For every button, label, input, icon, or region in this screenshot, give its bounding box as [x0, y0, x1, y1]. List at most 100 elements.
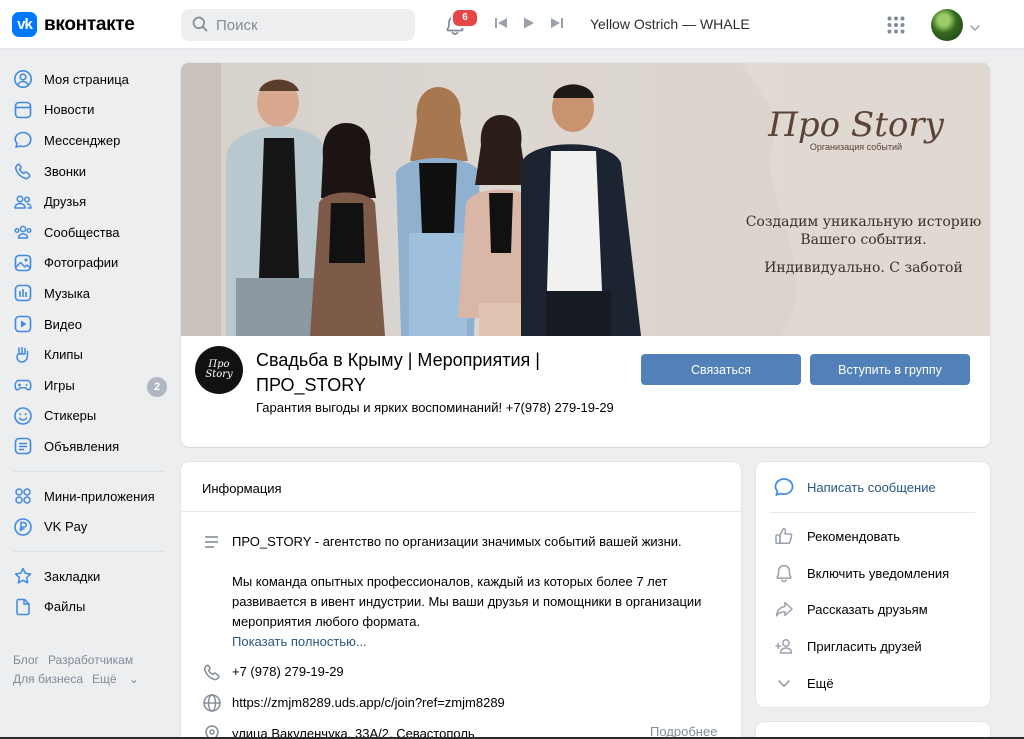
search-box[interactable]	[181, 9, 415, 41]
previous-icon[interactable]	[494, 16, 508, 33]
cover-photo	[181, 63, 990, 336]
sidebar-item-bookmarks[interactable]: Закладки	[0, 561, 175, 592]
sidebar-item-ads[interactable]: Объявления	[0, 431, 175, 462]
sidebar-item-news[interactable]: Новости	[0, 95, 175, 126]
recommend-label: Рекомендовать	[807, 528, 900, 544]
music-icon	[13, 283, 33, 303]
now-playing-track[interactable]: Yellow Ostrich — WHALE	[590, 16, 750, 32]
sidebar-item-label: VK Pay	[44, 519, 88, 535]
footer-link-more[interactable]: Ещё ⌄	[92, 672, 148, 686]
share-button[interactable]: Рассказать друзьям	[772, 594, 982, 624]
description-paragraph-1: ПРО_STORY - агентство по организации зна…	[232, 534, 682, 549]
contact-button[interactable]: Связаться	[641, 354, 801, 385]
sidebar-item-label: Закладки	[44, 568, 101, 584]
sidebar-item-label: Стикеры	[44, 408, 97, 424]
sidebar-item-label: Новости	[44, 102, 95, 118]
cover-logo-title: Про Story	[768, 105, 944, 145]
more-actions-button[interactable]: Ещё	[772, 668, 982, 698]
sidebar-item-label: Мессенджер	[44, 132, 121, 148]
group-name: Свадьба в Крыму | Мероприятия | ПРО_STOR…	[256, 350, 540, 395]
cover-slogan-line2: Вашего события.	[800, 232, 927, 248]
sidebar-item-clips[interactable]: Клипы	[0, 339, 175, 370]
vk-logo-icon: vk	[12, 12, 37, 37]
sidebar-item-friends[interactable]: Друзья	[0, 186, 175, 217]
news-icon	[13, 100, 33, 120]
sidebar-item-vk-pay[interactable]: VK Pay	[0, 511, 175, 542]
join-group-button[interactable]: Вступить в группу	[810, 354, 970, 385]
invite-friends-label: Пригласить друзей	[807, 638, 922, 654]
left-sidebar: Моя страница Новости Мессенджер Звонки Д…	[0, 64, 175, 622]
notifications-badge: 6	[451, 8, 479, 28]
bell-icon	[772, 561, 796, 585]
vk-pay-icon	[13, 517, 33, 537]
footer-link-blog[interactable]: Блог	[13, 653, 39, 667]
photo-icon	[13, 253, 33, 273]
recommend-button[interactable]: Рекомендовать	[772, 521, 982, 551]
chevron-down-icon[interactable]	[970, 20, 980, 35]
footer-more-label: Ещё	[92, 672, 117, 686]
info-card-title: Информация	[181, 462, 741, 512]
thumbs-up-icon	[772, 524, 796, 548]
actions-divider	[770, 512, 975, 513]
phone-icon	[13, 161, 33, 181]
footer-link-business[interactable]: Для бизнеса	[13, 672, 83, 686]
sidebar-item-files[interactable]: Файлы	[0, 592, 175, 623]
top-bar: vk вконтакте 6 Yellow Ostrich — WHALE	[0, 0, 1024, 49]
globe-icon	[202, 693, 222, 713]
sidebar-item-communities[interactable]: Сообщества	[0, 217, 175, 248]
cover-slogan: Создадим уникальную историю Вашего событ…	[731, 213, 990, 277]
audio-player-controls	[494, 16, 564, 33]
description-paragraph-2: Мы команда опытных профессионалов, кажды…	[232, 574, 702, 629]
sidebar-item-label: Игры	[44, 377, 75, 393]
group-status: Гарантия выгоды и ярких воспоминаний! +7…	[256, 400, 614, 415]
mini-apps-icon	[13, 486, 33, 506]
footer-link-developers[interactable]: Разработчикам	[48, 653, 133, 667]
sidebar-item-calls[interactable]: Звонки	[0, 156, 175, 187]
vk-logo-text: вконтакте	[44, 13, 135, 35]
vk-logo[interactable]: vk вконтакте	[12, 12, 135, 37]
chevron-down-icon	[772, 671, 796, 695]
group-info-card: Информация ПРО_STORY - агентство по орга…	[181, 462, 741, 739]
sidebar-item-label: Друзья	[44, 194, 87, 210]
sidebar-item-label: Сообщества	[44, 224, 120, 240]
sidebar-item-label: Видео	[44, 316, 82, 332]
sidebar-item-music[interactable]: Музыка	[0, 278, 175, 309]
sidebar-item-photos[interactable]: Фотографии	[0, 248, 175, 279]
write-message-label: Написать сообщение	[807, 479, 936, 495]
website-link[interactable]: https://zmjm8289.uds.app/c/join?ref=zmjm…	[232, 693, 712, 713]
sidebar-item-games[interactable]: Игры 2	[0, 370, 175, 401]
search-icon	[192, 16, 208, 35]
message-icon	[13, 130, 33, 150]
sidebar-item-label: Клипы	[44, 347, 83, 363]
play-icon[interactable]	[522, 16, 536, 33]
sidebar-item-video[interactable]: Видео	[0, 309, 175, 340]
sidebar-item-label: Музыка	[44, 285, 90, 301]
cover-slogan-line3: Индивидуально. С заботой	[764, 260, 963, 276]
invite-friends-button[interactable]: Пригласить друзей	[772, 631, 982, 661]
sidebar-item-my-page[interactable]: Моя страница	[0, 64, 175, 95]
sidebar-item-label: Мини-приложения	[44, 488, 155, 504]
user-avatar[interactable]	[931, 9, 963, 41]
write-message-button[interactable]: Написать сообщение	[772, 472, 982, 502]
enable-notifications-button[interactable]: Включить уведомления	[772, 558, 982, 588]
games-icon	[13, 375, 33, 395]
sidebar-footer-links: Блог Разработчикам Для бизнеса Ещё ⌄	[13, 651, 173, 689]
sidebar-item-label: Звонки	[44, 163, 86, 179]
next-icon[interactable]	[550, 16, 564, 33]
cover-brand-logo: Про Story Организация событий	[761, 108, 951, 152]
sidebar-item-mini-apps[interactable]: Мини-приложения	[0, 481, 175, 512]
group-avatar[interactable]: Про Story	[195, 346, 243, 394]
phone-link[interactable]: +7 (978) 279-19-29	[232, 662, 712, 682]
show-more-link[interactable]: Показать полностью...	[232, 632, 712, 652]
sidebar-item-stickers[interactable]: Стикеры	[0, 401, 175, 432]
sidebar-item-messenger[interactable]: Мессенджер	[0, 125, 175, 156]
apps-grid-icon[interactable]	[887, 16, 905, 37]
sidebar-item-label: Моя страница	[44, 71, 129, 87]
sticker-icon	[13, 406, 33, 426]
star-icon	[13, 566, 33, 586]
message-icon	[772, 475, 796, 499]
user-circle-icon	[13, 69, 33, 89]
friends-icon	[13, 192, 33, 212]
more-actions-label: Ещё	[807, 675, 834, 691]
search-input[interactable]	[216, 16, 396, 34]
